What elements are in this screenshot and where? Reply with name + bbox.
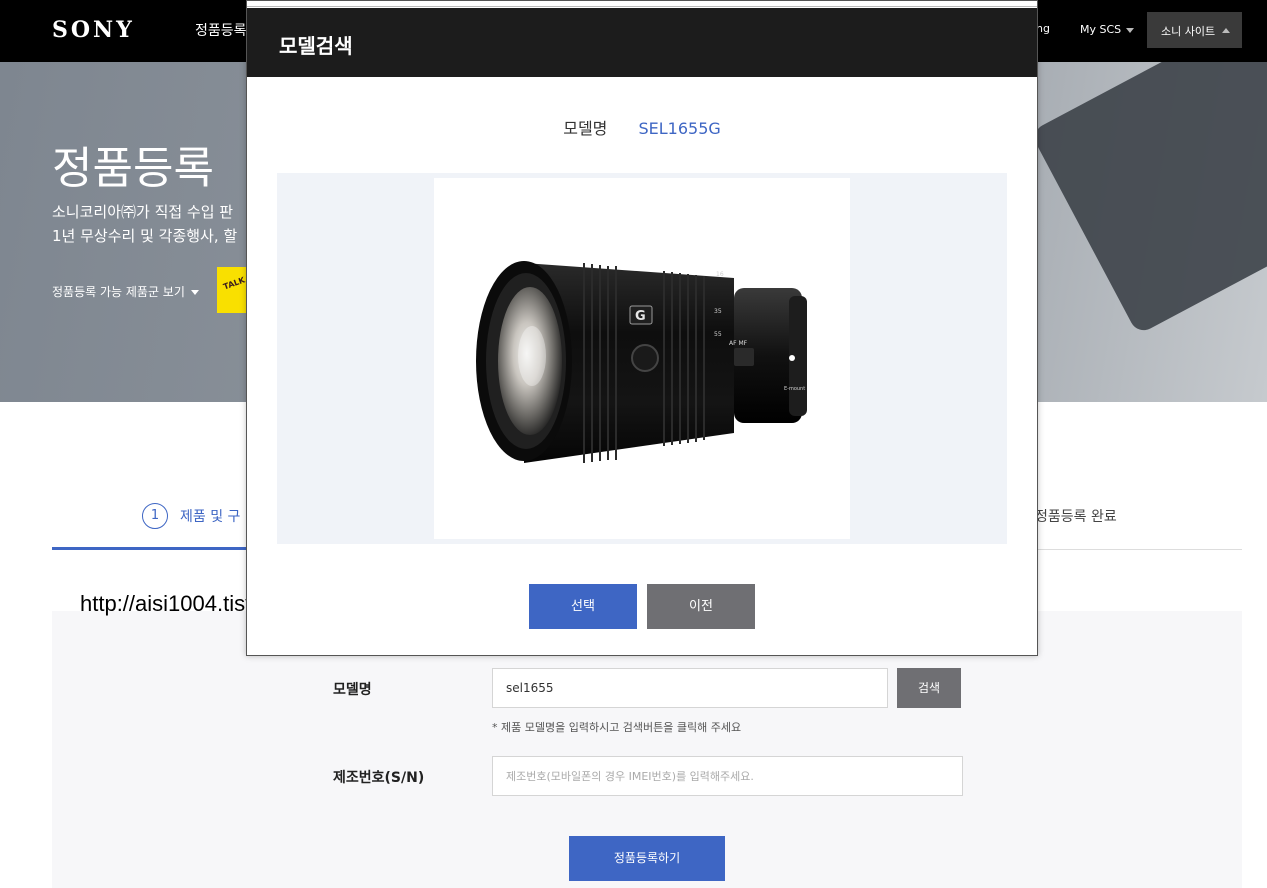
previous-button[interactable]: 이전 <box>647 584 755 629</box>
modal-model-label: 모델명 <box>563 119 608 138</box>
search-button[interactable]: 검색 <box>897 668 961 708</box>
svg-text:E-mount: E-mount <box>784 386 805 392</box>
sony-site-button[interactable]: 소니 사이트 <box>1147 12 1242 48</box>
talk-icon-label: TALK <box>222 275 247 292</box>
step-label-complete: 정품등록 완료 <box>1035 509 1117 525</box>
kakao-talk-icon[interactable]: TALK <box>217 267 247 313</box>
product-category-link[interactable]: 정품등록 가능 제품군 보기 <box>52 283 199 300</box>
svg-text:55: 55 <box>714 331 722 338</box>
serial-number-input[interactable] <box>492 756 963 796</box>
modal-header: 모델검색 <box>247 8 1037 77</box>
svg-text:AF MF: AF MF <box>729 340 748 347</box>
step-label-product: 제품 및 구 <box>180 509 241 525</box>
hero-description-line1: 소니코리아㈜가 직접 수입 판 <box>52 203 234 221</box>
product-image-area: G AF MF 55 35 16 E-mount <box>277 173 1007 544</box>
svg-text:35: 35 <box>714 308 722 315</box>
model-search-modal: 모델검색 모델명 SEL1655G G AF MF 55 35 16 E-mou… <box>246 0 1038 656</box>
modal-model-row: 모델명 SEL1655G <box>247 115 1037 139</box>
model-name-input[interactable] <box>492 668 888 708</box>
camera-lens-illustration: G AF MF 55 35 16 E-mount <box>476 261 807 463</box>
active-step-indicator <box>52 547 247 550</box>
hero-description-line2: 1년 무상수리 및 각종행사, 할 <box>52 227 238 245</box>
service-card-decoration <box>1030 62 1267 336</box>
lens-product-image: G AF MF 55 35 16 E-mount <box>434 178 850 539</box>
product-category-link-label: 정품등록 가능 제품군 보기 <box>52 285 185 299</box>
select-button[interactable]: 선택 <box>529 584 637 629</box>
caret-down-icon <box>190 290 199 295</box>
nav-item-clipped[interactable]: ng <box>1036 22 1050 35</box>
sony-site-label: 소니 사이트 <box>1161 25 1216 38</box>
modal-title: 모델검색 <box>279 34 353 58</box>
step-number-1: 1 <box>142 503 168 529</box>
caret-down-icon[interactable] <box>1126 28 1134 33</box>
model-name-label: 모델명 <box>333 682 372 698</box>
nav-item-registration[interactable]: 정품등록 <box>195 20 247 40</box>
sony-logo[interactable]: SONY <box>52 17 135 43</box>
page-title: 정품등록 <box>52 143 214 194</box>
svg-text:G: G <box>635 309 646 324</box>
caret-up-icon <box>1222 28 1230 33</box>
register-button[interactable]: 정품등록하기 <box>569 836 725 881</box>
model-hint-text: * 제품 모델명을 입력하시고 검색버튼을 클릭해 주세요 <box>492 721 742 734</box>
modal-model-value: SEL1655G <box>638 119 721 138</box>
svg-text:16: 16 <box>716 271 724 278</box>
modal-top-strip <box>247 1 1037 7</box>
serial-number-label: 제조번호(S/N) <box>333 770 425 786</box>
my-scs-link[interactable]: My SCS <box>1080 23 1121 36</box>
